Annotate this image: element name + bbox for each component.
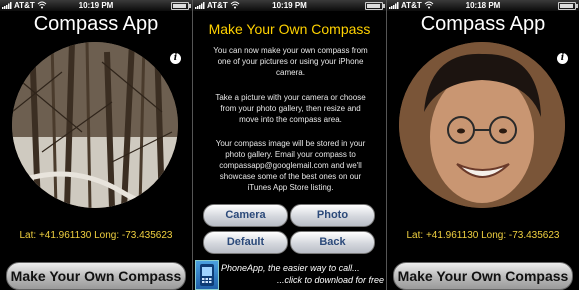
compass-screen-right: AT&T 10:18 PM Compass App i Lat: +41.961… xyxy=(387,0,579,290)
status-bar: AT&T 10:19 PM xyxy=(193,0,386,11)
status-time: 10:18 PM xyxy=(465,1,501,10)
back-button[interactable]: Back xyxy=(290,231,375,254)
photo-button[interactable]: Photo xyxy=(290,204,375,227)
coordinates-readout: Lat: +41.961130 Long: -73.435623 xyxy=(19,230,173,241)
app-title: Compass App xyxy=(33,13,159,35)
ad-text-line-2: ...click to download for free xyxy=(276,275,384,285)
status-time: 10:19 PM xyxy=(272,1,307,10)
smiling-man-face-image xyxy=(399,42,565,208)
ad-text-line-1: PhoneApp, the easier way to call... xyxy=(221,263,360,273)
status-bar: AT&T 10:18 PM xyxy=(387,0,579,11)
info-icon[interactable]: i xyxy=(557,53,568,64)
make-your-own-compass-button[interactable]: Make Your Own Compass xyxy=(393,262,573,290)
battery-icon xyxy=(365,2,385,10)
page-title: Make Your Own Compass xyxy=(208,21,371,37)
make-compass-screen: AT&T 10:19 PM Make Your Own Compass You … xyxy=(193,0,386,290)
compass-screen-left: AT&T 10:19 PM Compass App i Lat: +41.961… xyxy=(0,0,192,290)
instructions-paragraph: Take a picture with your camera or choos… xyxy=(215,93,366,124)
gallery-paragraph: Your compass image will be stored in you… xyxy=(215,139,366,192)
status-time: 10:19 PM xyxy=(78,1,114,10)
intro-paragraph: You can now make your own compass from o… xyxy=(213,46,368,77)
ad-banner[interactable]: PhoneApp, the easier way to call... ...c… xyxy=(193,258,386,290)
compass-photo-forest xyxy=(12,42,178,208)
camera-button[interactable]: Camera xyxy=(203,204,288,227)
battery-icon xyxy=(171,2,191,10)
forest-trees-image xyxy=(12,42,178,208)
phone-app-icon xyxy=(195,260,219,290)
default-button[interactable]: Default xyxy=(203,231,288,254)
app-title: Compass App xyxy=(420,13,546,35)
info-icon[interactable]: i xyxy=(170,53,181,64)
status-bar: AT&T 10:19 PM xyxy=(0,0,192,11)
make-your-own-compass-button[interactable]: Make Your Own Compass xyxy=(6,262,186,290)
coordinates-readout: Lat: +41.961130 Long: -73.435623 xyxy=(406,230,560,241)
compass-photo-face xyxy=(399,42,565,208)
battery-icon xyxy=(558,2,578,10)
